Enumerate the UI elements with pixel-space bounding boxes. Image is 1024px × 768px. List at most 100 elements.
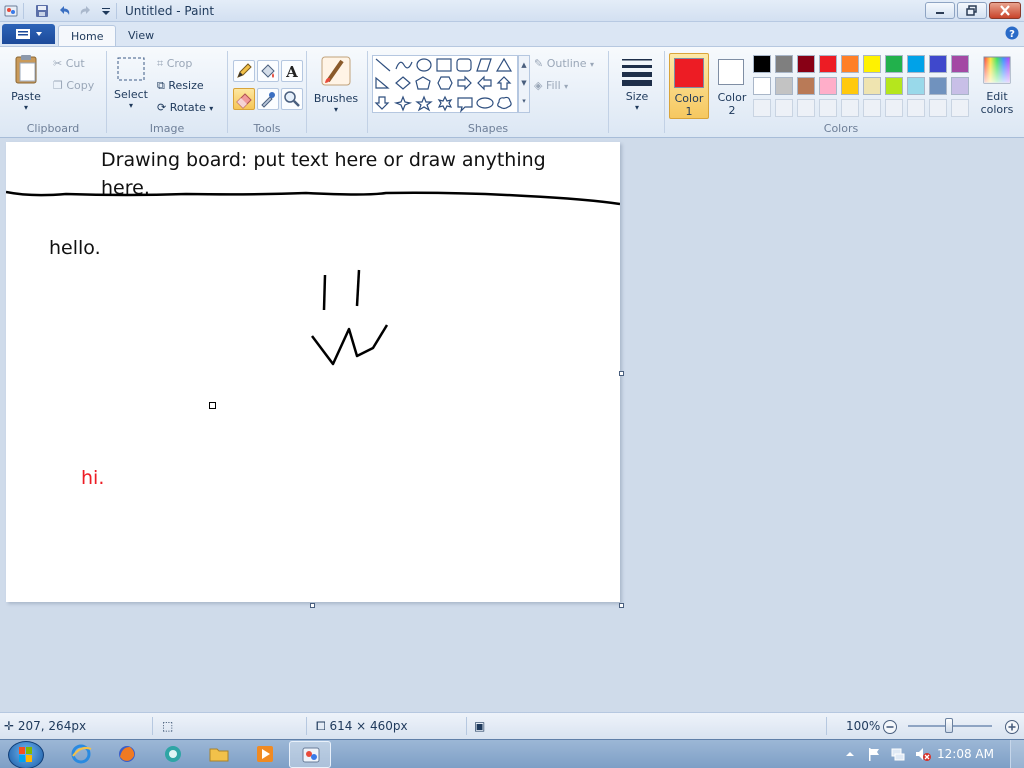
application-menu-button[interactable] bbox=[2, 24, 55, 44]
palette-swatch[interactable] bbox=[841, 77, 859, 95]
fill-tool[interactable] bbox=[257, 60, 279, 82]
color-picker-tool[interactable] bbox=[257, 88, 279, 110]
application-menu-icon bbox=[16, 29, 42, 39]
palette-swatch[interactable] bbox=[885, 55, 903, 73]
action-center-flag-icon[interactable] bbox=[866, 746, 882, 762]
palette-swatch[interactable] bbox=[951, 77, 969, 95]
palette-swatch[interactable] bbox=[863, 55, 881, 73]
restore-button[interactable] bbox=[957, 2, 987, 19]
cut-button[interactable]: ✂ Cut bbox=[53, 57, 85, 70]
palette-swatch[interactable] bbox=[841, 55, 859, 73]
close-button[interactable] bbox=[989, 2, 1021, 19]
colors-group-label: Colors bbox=[823, 122, 859, 135]
palette-swatch[interactable] bbox=[797, 55, 815, 73]
magnifier-tool[interactable] bbox=[281, 88, 303, 110]
custom-color-slot[interactable] bbox=[885, 99, 903, 117]
resize-handle-right[interactable] bbox=[619, 371, 624, 376]
start-button[interactable] bbox=[8, 741, 44, 768]
crop-button[interactable]: ⌗ Crop bbox=[157, 57, 192, 71]
color1-number: 1 bbox=[685, 105, 693, 118]
network-icon[interactable] bbox=[890, 746, 906, 762]
outline-button[interactable]: ✎ Outline ▾ bbox=[534, 57, 594, 70]
diamond-shape-icon bbox=[395, 76, 411, 90]
help-icon[interactable]: ? bbox=[1005, 26, 1019, 40]
fill-button[interactable]: ◈ Fill ▾ bbox=[534, 79, 568, 92]
taskbar-paint-active[interactable] bbox=[289, 741, 331, 768]
resize-handle-bottom[interactable] bbox=[310, 603, 315, 608]
drawing-canvas[interactable]: Drawing board: put text here or draw any… bbox=[6, 142, 620, 602]
custom-color-slot[interactable] bbox=[775, 99, 793, 117]
custom-color-slot[interactable] bbox=[907, 99, 925, 117]
shapes-gallery[interactable] bbox=[372, 55, 518, 113]
edit-colors-label: Edit bbox=[986, 90, 1008, 103]
palette-swatch[interactable] bbox=[819, 77, 837, 95]
close-icon bbox=[1000, 5, 1010, 16]
curve-shape-icon bbox=[395, 61, 413, 70]
palette-swatch[interactable] bbox=[753, 77, 771, 95]
scissors-icon: ✂ bbox=[53, 57, 63, 70]
taskbar-clock[interactable]: 12:08 AM bbox=[937, 747, 994, 761]
palette-swatch[interactable] bbox=[819, 55, 837, 73]
zoom-in-icon[interactable] bbox=[1004, 719, 1020, 735]
palette-swatch[interactable] bbox=[775, 77, 793, 95]
cloud-callout-shape-icon bbox=[497, 96, 512, 110]
eraser-tool[interactable] bbox=[233, 88, 255, 110]
chat-app-icon[interactable] bbox=[162, 743, 184, 765]
palette-swatch[interactable] bbox=[907, 55, 925, 73]
palette-swatch[interactable] bbox=[775, 55, 793, 73]
volume-muted-icon[interactable] bbox=[914, 746, 932, 762]
eraser-icon bbox=[236, 93, 252, 109]
palette-swatch[interactable] bbox=[797, 77, 815, 95]
resize-button[interactable]: ⧉ Resize bbox=[157, 79, 204, 93]
select-button[interactable]: Select ▾ bbox=[113, 55, 149, 117]
palette-swatch[interactable] bbox=[753, 55, 771, 73]
paste-button[interactable]: Paste ▾ bbox=[6, 53, 46, 117]
shapes-gallery-scroll[interactable]: ▲ ▼ ▾ bbox=[518, 55, 530, 113]
zoom-out-icon[interactable] bbox=[882, 719, 898, 735]
palette-swatch[interactable] bbox=[863, 77, 881, 95]
color1-button[interactable]: Color 1 bbox=[669, 53, 709, 119]
shapes-group-label: Shapes bbox=[467, 122, 509, 135]
tab-home[interactable]: Home bbox=[58, 25, 117, 46]
image-size-icon: ⧠ bbox=[316, 719, 326, 733]
copy-button[interactable]: ❐ Copy bbox=[53, 79, 94, 92]
custom-color-slot[interactable] bbox=[753, 99, 771, 117]
outline-icon: ✎ bbox=[534, 57, 544, 70]
five-point-star-shape-icon bbox=[415, 95, 433, 112]
tab-view[interactable]: View bbox=[116, 25, 166, 46]
windows-logo-icon bbox=[19, 747, 32, 762]
custom-color-slot[interactable] bbox=[863, 99, 881, 117]
custom-color-slot[interactable] bbox=[951, 99, 969, 117]
canvas-text-hi: hi. bbox=[81, 467, 105, 489]
firefox-icon[interactable] bbox=[116, 743, 138, 765]
color2-button[interactable]: Color 2 bbox=[713, 53, 751, 119]
fill-bucket-icon bbox=[261, 64, 275, 78]
resize-handle-corner[interactable] bbox=[619, 603, 624, 608]
size-button[interactable]: Size ▾ bbox=[617, 55, 657, 119]
zoom-slider-thumb[interactable] bbox=[945, 718, 953, 733]
color-spectrum-icon bbox=[983, 56, 1011, 84]
custom-color-slot[interactable] bbox=[929, 99, 947, 117]
rotate-button[interactable]: ⟳ Rotate ▾ bbox=[157, 101, 213, 114]
minimize-button[interactable] bbox=[925, 2, 955, 19]
pencil-tool[interactable] bbox=[233, 60, 255, 82]
internet-explorer-icon[interactable] bbox=[70, 743, 92, 765]
palette-swatch[interactable] bbox=[907, 77, 925, 95]
file-explorer-icon[interactable] bbox=[208, 743, 230, 765]
edit-colors-button[interactable]: Edit colors bbox=[977, 55, 1017, 119]
palette-swatch[interactable] bbox=[929, 77, 947, 95]
custom-color-slot[interactable] bbox=[819, 99, 837, 117]
palette-swatch[interactable] bbox=[951, 55, 969, 73]
palette-swatch[interactable] bbox=[885, 77, 903, 95]
custom-color-slot[interactable] bbox=[797, 99, 815, 117]
tools-group: A Tools bbox=[228, 49, 306, 137]
custom-color-slot[interactable] bbox=[841, 99, 859, 117]
palette-swatch[interactable] bbox=[929, 55, 947, 73]
text-tool[interactable]: A bbox=[281, 60, 303, 82]
copy-icon: ❐ bbox=[53, 79, 63, 92]
show-desktop-button[interactable] bbox=[1010, 740, 1024, 768]
media-player-icon[interactable] bbox=[254, 743, 276, 765]
fill-shape-icon: ◈ bbox=[534, 79, 543, 92]
brushes-button[interactable]: Brushes ▾ bbox=[313, 53, 359, 119]
show-hidden-icons-icon[interactable] bbox=[845, 749, 855, 759]
